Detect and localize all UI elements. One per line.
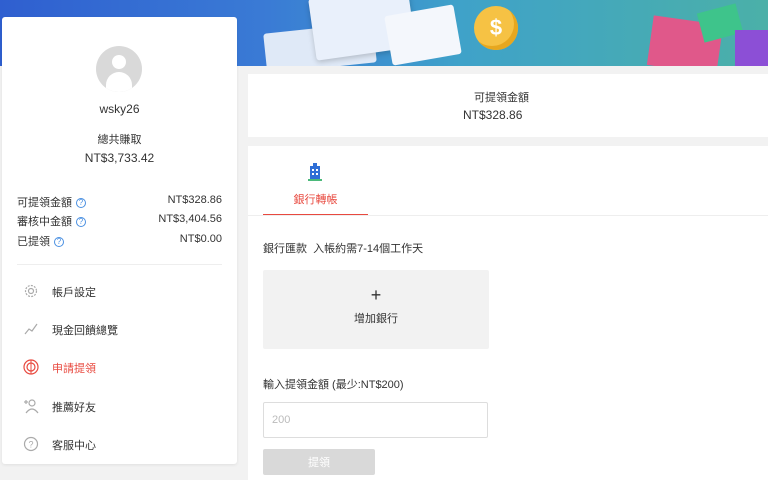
stat-value: NT$328.86 bbox=[167, 194, 222, 206]
add-bank-button[interactable]: + 增加銀行 bbox=[263, 270, 489, 349]
bank-building-icon bbox=[308, 163, 322, 181]
add-friend-icon bbox=[24, 399, 39, 414]
balance-card: 可提領金額 NT$328.86 bbox=[248, 74, 768, 137]
username: wsky26 bbox=[99, 102, 140, 116]
stat-value: NT$0.00 bbox=[179, 233, 222, 245]
balance-value: NT$328.86 bbox=[463, 108, 523, 122]
menu-label: 申請提領 bbox=[52, 363, 96, 375]
amount-label: 輸入提領金額 (最少:NT$200) bbox=[263, 379, 404, 391]
total-earned-label: 總共賺取 bbox=[97, 134, 142, 146]
gift-illustration bbox=[735, 30, 768, 66]
dollar-coin-icon: $ bbox=[474, 6, 518, 50]
menu-item-cashback-overview[interactable]: 現金回饋總覽 bbox=[22, 318, 222, 340]
stat-label: 可提領金額 bbox=[17, 197, 72, 209]
balance-label: 可提領金額 bbox=[474, 92, 529, 104]
stat-pending: 審核中金額? NT$3,404.56 bbox=[17, 213, 222, 229]
svg-text:?: ? bbox=[28, 440, 33, 450]
stat-label: 已提領 bbox=[17, 236, 50, 248]
help-icon[interactable]: ? bbox=[76, 198, 86, 208]
chart-icon bbox=[24, 323, 38, 335]
stat-withdrawn: 已提領? NT$0.00 bbox=[17, 233, 222, 249]
amount-input[interactable] bbox=[263, 402, 488, 438]
tab-label: 銀行轉帳 bbox=[293, 194, 338, 206]
help-circle-icon: ? bbox=[23, 436, 39, 452]
stat-value: NT$3,404.56 bbox=[158, 213, 222, 225]
plus-icon: + bbox=[370, 285, 382, 305]
menu-label: 現金回饋總覽 bbox=[52, 325, 118, 337]
divider bbox=[17, 264, 222, 265]
avatar bbox=[96, 46, 142, 92]
menu-label: 帳戶設定 bbox=[52, 287, 96, 299]
menu-item-account-settings[interactable]: 帳戶設定 bbox=[22, 280, 222, 302]
withdraw-button[interactable]: 提領 bbox=[263, 449, 375, 475]
menu-label: 客服中心 bbox=[52, 440, 96, 452]
add-bank-label: 增加銀行 bbox=[354, 313, 398, 325]
withdraw-panel: 銀行轉帳 銀行匯款 入帳約需7-14個工作天 + 增加銀行 輸入提領金額 (最少… bbox=[248, 146, 768, 480]
transfer-description: 銀行匯款 入帳約需7-14個工作天 bbox=[263, 243, 424, 255]
menu-item-customer-service[interactable]: ? 客服中心 bbox=[22, 433, 222, 455]
menu-label: 推薦好友 bbox=[52, 402, 96, 414]
menu-item-withdraw[interactable]: 申請提領 bbox=[22, 356, 222, 378]
help-icon[interactable]: ? bbox=[76, 217, 86, 227]
stat-label: 審核中金額 bbox=[17, 216, 72, 228]
help-icon[interactable]: ? bbox=[54, 237, 64, 247]
stat-withdrawable: 可提領金額? NT$328.86 bbox=[17, 194, 222, 210]
account-sidebar: wsky26 總共賺取 NT$3,733.42 可提領金額? NT$328.86… bbox=[2, 17, 237, 464]
withdraw-icon bbox=[23, 359, 39, 375]
total-earned-value: NT$3,733.42 bbox=[84, 151, 155, 165]
gear-icon bbox=[24, 284, 38, 298]
banner-browser-illustration bbox=[384, 4, 462, 66]
tab-divider bbox=[248, 215, 768, 216]
menu-item-refer-friends[interactable]: 推薦好友 bbox=[22, 395, 222, 417]
tab-bank-transfer[interactable]: 銀行轉帳 bbox=[263, 160, 368, 216]
